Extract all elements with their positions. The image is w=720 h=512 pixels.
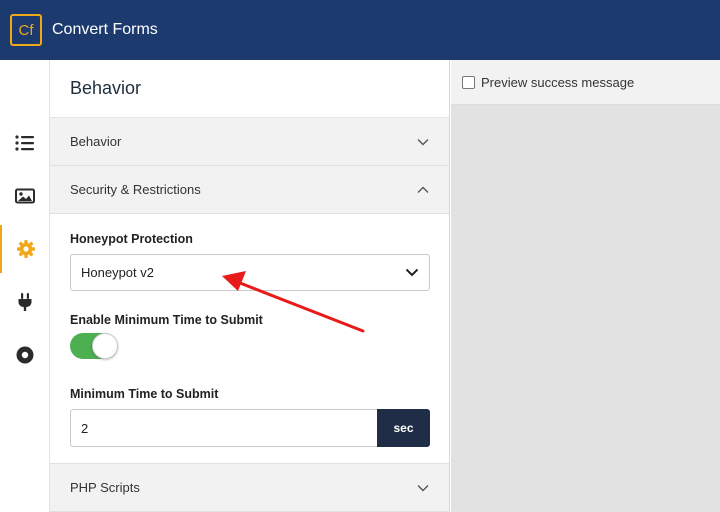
chevron-down-icon <box>405 268 419 277</box>
preview-toolbar: Preview success message <box>451 60 720 105</box>
min-time-unit: sec <box>377 409 430 447</box>
chevron-down-icon <box>417 138 429 145</box>
form-preview-area: Preview success message <box>451 60 720 512</box>
accordion-label: Behavior <box>70 134 122 149</box>
sidebar-item-submissions[interactable] <box>0 331 50 379</box>
accordion-php-scripts[interactable]: PHP Scripts <box>50 464 449 512</box>
accordion-behavior[interactable]: Behavior <box>50 118 449 166</box>
app-logo: Cf <box>10 14 42 46</box>
min-time-toggle-label: Enable Minimum Time to Submit <box>70 313 263 327</box>
panel-title: Behavior <box>50 60 449 118</box>
image-icon <box>15 188 35 204</box>
sidebar-item-behavior[interactable] <box>0 225 50 273</box>
plug-icon <box>18 293 32 311</box>
sidebar-item-design[interactable] <box>0 172 50 220</box>
min-time-input[interactable]: 2 <box>70 409 377 447</box>
honeypot-label: Honeypot Protection <box>70 232 193 246</box>
accordion-label: PHP Scripts <box>70 480 140 495</box>
app-title: Convert Forms <box>52 21 158 38</box>
chevron-down-icon <box>417 484 429 491</box>
record-icon <box>16 346 34 364</box>
settings-panel: Behavior Behavior Security & Restriction… <box>50 60 450 512</box>
preview-success-label[interactable]: Preview success message <box>481 75 634 90</box>
min-time-toggle[interactable] <box>70 333 118 359</box>
list-icon <box>15 135 34 151</box>
preview-success-checkbox[interactable] <box>462 75 475 89</box>
honeypot-select[interactable]: Honeypot v2 <box>70 254 430 291</box>
sidebar-item-fields[interactable] <box>0 119 50 167</box>
toggle-knob <box>92 333 118 359</box>
security-section-body: Honeypot Protection Honeypot v2 Enable M… <box>50 214 449 464</box>
accordion-security-restrictions[interactable]: Security & Restrictions <box>50 166 449 214</box>
min-time-input-group: 2 sec <box>70 409 430 447</box>
accordion-label: Security & Restrictions <box>70 182 201 197</box>
min-time-label: Minimum Time to Submit <box>70 387 219 401</box>
chevron-up-icon <box>417 186 429 193</box>
sidebar-icon-bar <box>0 60 50 512</box>
top-bar: Cf Convert Forms <box>0 0 720 60</box>
honeypot-selected-value: Honeypot v2 <box>81 265 154 280</box>
sidebar-item-integrations[interactable] <box>0 278 50 326</box>
gear-icon <box>17 240 35 258</box>
